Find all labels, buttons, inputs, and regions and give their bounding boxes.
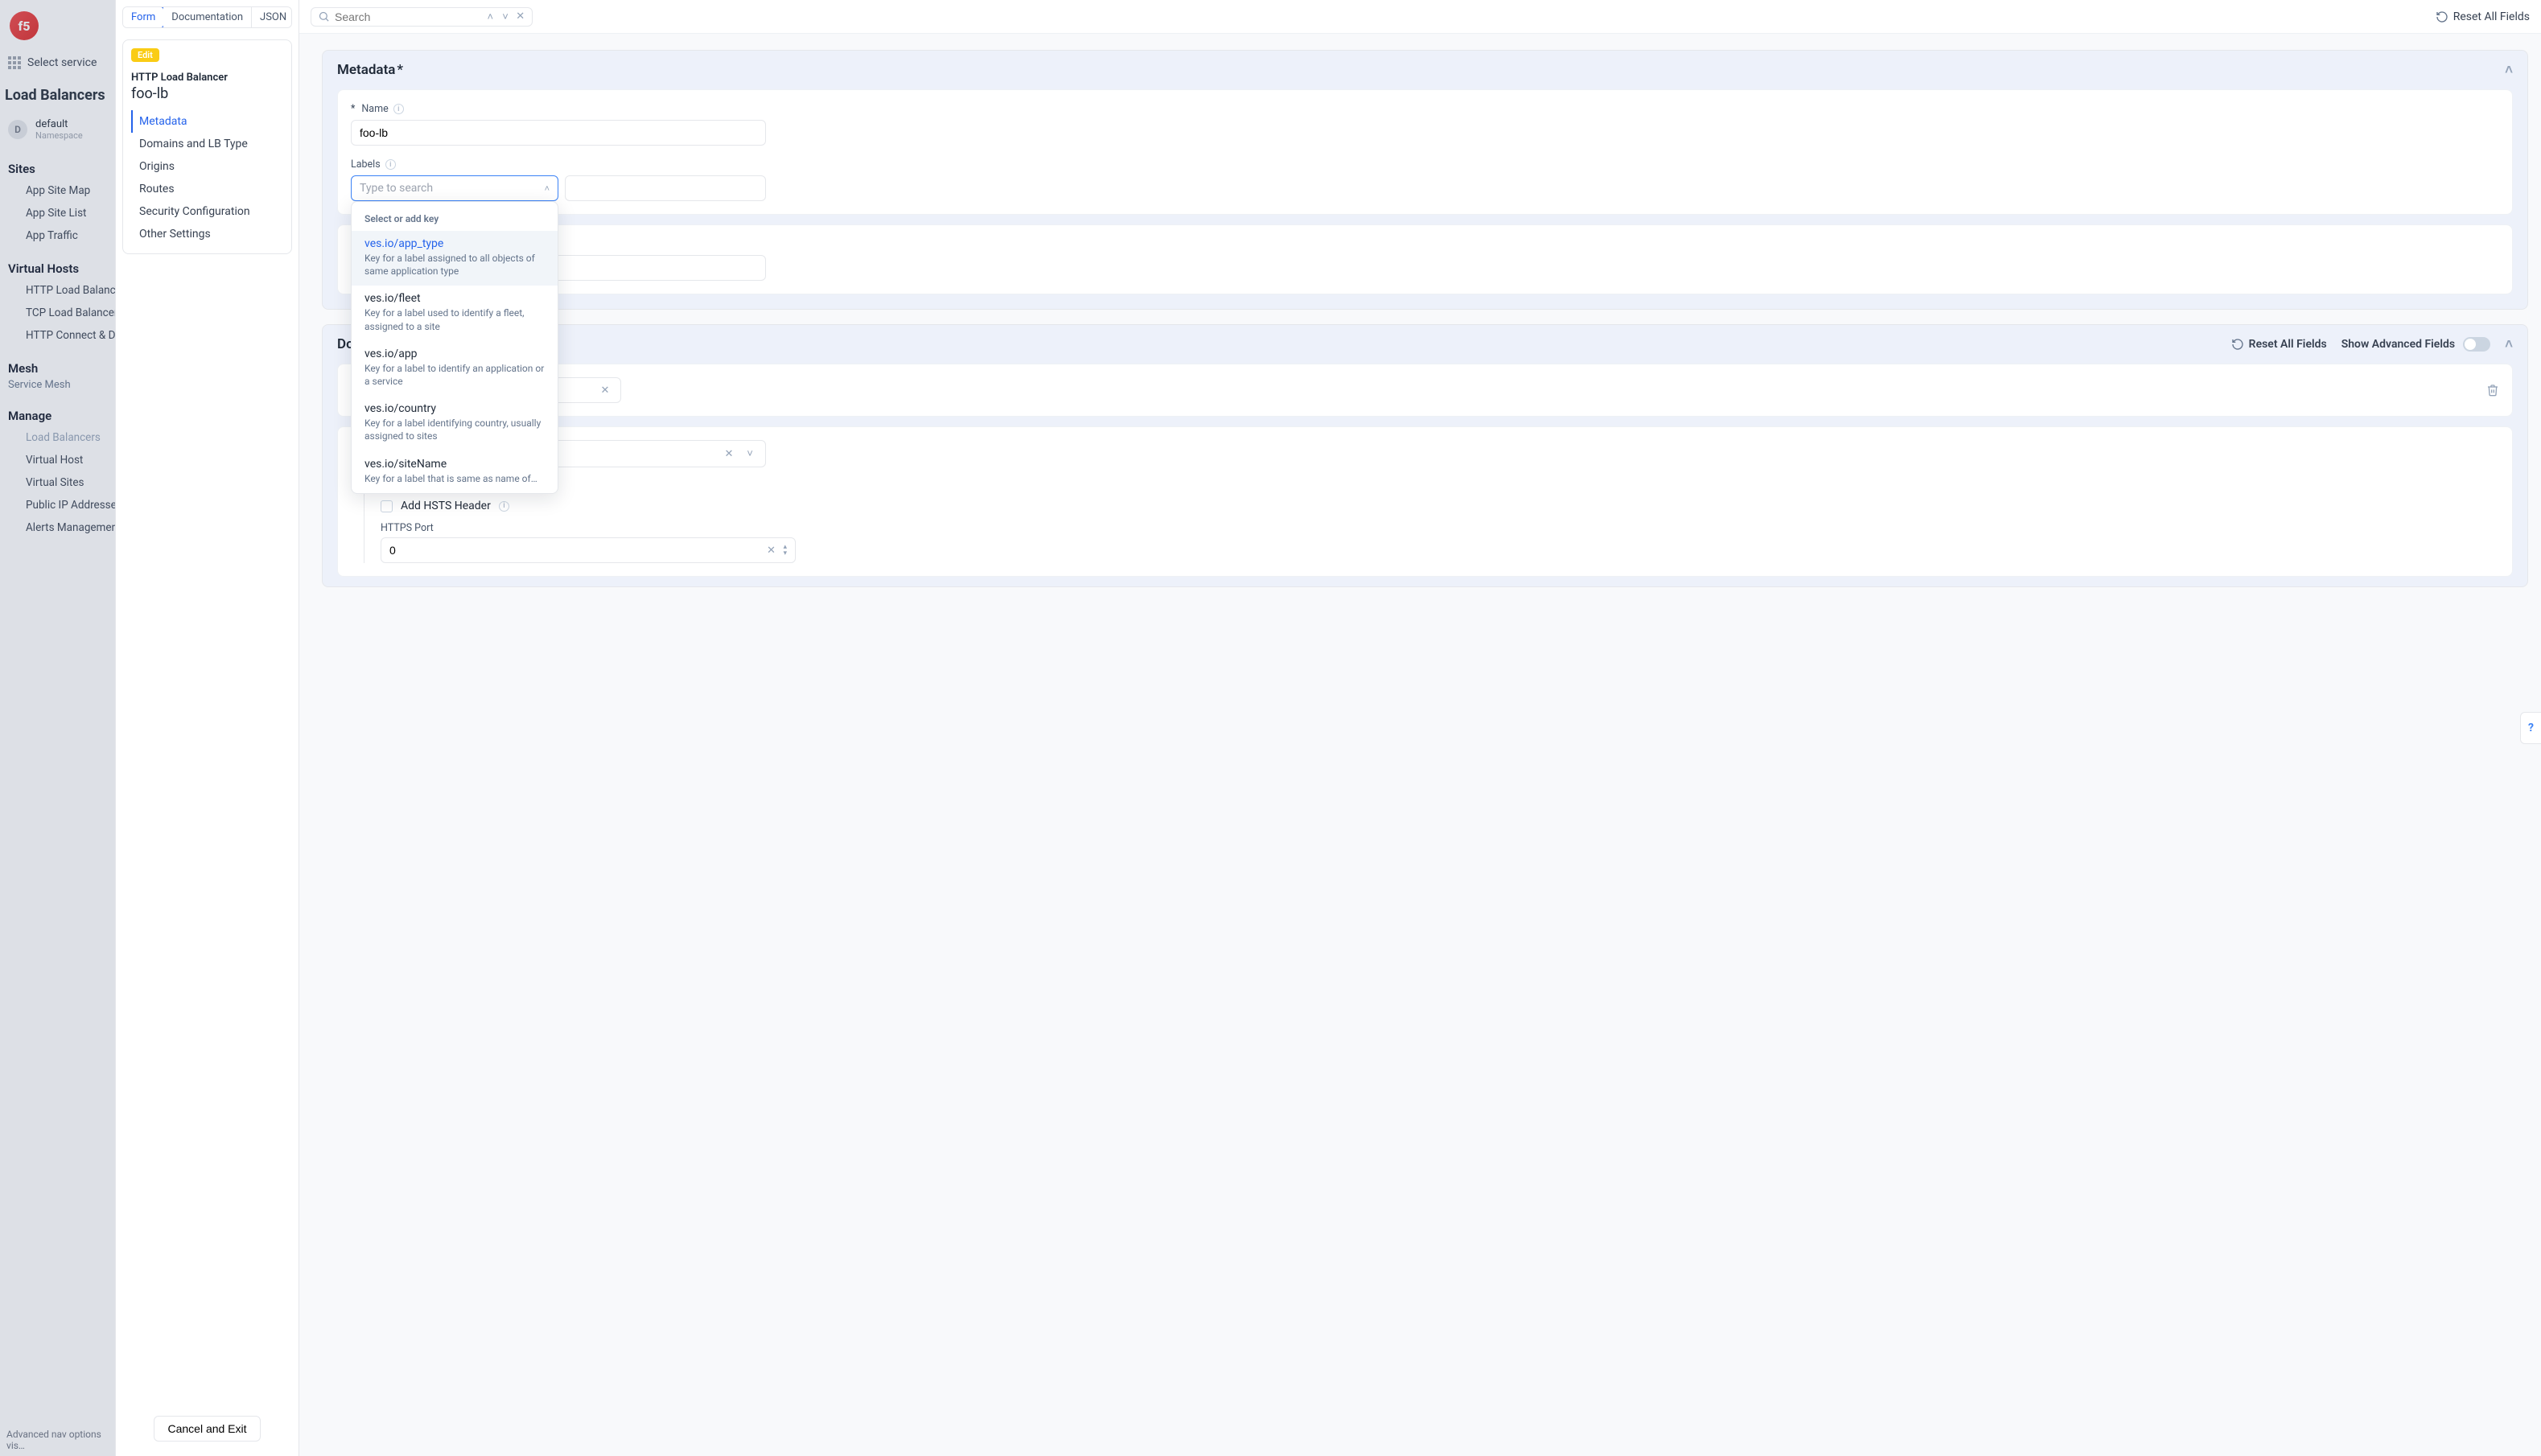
object-type: HTTP Load Balancer [131,72,283,84]
dropdown-header: Select or add key [352,210,558,231]
outline-routes[interactable]: Routes [131,178,283,200]
collapse-domains-icon[interactable]: ˄ [2505,336,2513,352]
view-tabs: Form Documentation JSON [122,6,292,28]
https-port-label: HTTPS Port [381,522,2499,534]
outline-other[interactable]: Other Settings [131,223,283,245]
labels-label: Labels i [351,158,2499,171]
outline-security[interactable]: Security Configuration [131,200,283,223]
collapse-metadata-icon[interactable]: ˄ [2505,62,2513,78]
search-input[interactable] [335,10,480,23]
outline-list: Metadata Domains and LB Type Origins Rou… [131,110,283,245]
tab-json[interactable]: JSON [252,7,292,27]
topbar: ˄ ˅ ✕ Reset All Fields [299,0,2541,34]
labels-select[interactable]: Type to search ˄ [351,175,558,201]
clear-icon[interactable]: ✕ [598,383,612,397]
search-icon [318,10,330,24]
edit-chip: Edit [131,48,159,62]
dropdown-option-country[interactable]: ves.io/country Key for a label identifyi… [352,396,558,450]
outline-card: Edit HTTP Load Balancer foo-lb Metadata … [122,39,292,254]
dropdown-option-sitename[interactable]: ves.io/siteName Key for a label that is … [352,451,558,493]
https-port-input[interactable]: ✕ ▴▾ [381,537,796,563]
search-clear-icon[interactable]: ✕ [515,10,525,24]
reset-domains-button[interactable]: Reset All Fields [2231,338,2327,351]
reset-icon [2436,10,2448,23]
tab-documentation[interactable]: Documentation [163,7,252,27]
search-field[interactable]: ˄ ˅ ✕ [311,7,533,27]
cancel-exit-button[interactable]: Cancel and Exit [154,1416,260,1442]
metadata-panel: Metadata* ˄ *Name i Labels i [322,50,2528,310]
outline-domains[interactable]: Domains and LB Type [131,133,283,155]
add-hsts-row[interactable]: Add HSTS Header i [381,500,2499,512]
stepper-icon[interactable]: ▴▾ [783,544,787,557]
toggle-switch[interactable] [2463,337,2490,352]
chevron-down-icon[interactable]: ˅ [743,446,757,461]
name-input[interactable] [351,120,766,146]
name-label: *Name i [351,103,2499,115]
primary-sidebar: f5 Select service Load Balancers D defau… [0,0,116,1456]
sidebar-dim-overlay [0,0,115,1456]
clear-icon[interactable]: ✕ [764,543,778,557]
object-name: foo-lb [131,85,283,102]
info-icon[interactable]: i [393,104,404,114]
labels-dropdown: Select or add key ves.io/app_type Key fo… [351,201,558,494]
clear-icon[interactable]: ✕ [722,446,736,461]
search-prev-icon[interactable]: ˄ [485,10,496,24]
dropdown-option-app[interactable]: ves.io/app Key for a label to identify a… [352,341,558,396]
http-redirect-row[interactable]: HTTP Redirect to HTTPS i [381,479,2499,492]
show-advanced-toggle[interactable]: Show Advanced Fields [2341,337,2490,352]
reset-all-label: Reset All Fields [2453,10,2530,23]
labels-value-input[interactable] [565,175,766,201]
chevron-up-icon: ˄ [545,183,550,194]
config-sidebar: Form Documentation JSON Edit HTTP Load B… [116,0,299,1456]
domains-panel: Dom… Reset All Fields Show Advanced Fiel… [322,324,2528,587]
dropdown-option-fleet[interactable]: ves.io/fleet Key for a label used to ide… [352,286,558,340]
info-icon[interactable]: i [385,159,396,170]
description-label-trunc: D [351,238,2499,250]
required-star: * [397,62,403,78]
delete-domain-icon[interactable] [2486,384,2499,397]
search-next-icon[interactable]: ˅ [500,10,511,24]
checkbox[interactable] [381,500,393,512]
labels-placeholder: Type to search [360,182,433,195]
metadata-header: Metadata [337,62,395,78]
reset-icon [2231,338,2244,351]
outline-origins[interactable]: Origins [131,155,283,178]
help-handle[interactable]: ? [2520,712,2541,744]
https-port-value[interactable] [389,544,764,557]
tab-form[interactable]: Form [122,6,164,28]
info-icon[interactable]: i [499,501,509,512]
reset-all-fields-button[interactable]: Reset All Fields [2436,10,2530,23]
dropdown-scroll[interactable]: ves.io/app_type Key for a label assigned… [352,231,558,493]
outline-metadata[interactable]: Metadata [131,110,283,133]
dropdown-option-app-type[interactable]: ves.io/app_type Key for a label assigned… [352,231,558,286]
main-area: ˄ ˅ ✕ Reset All Fields Metadata* ˄ *Name… [299,0,2541,1456]
